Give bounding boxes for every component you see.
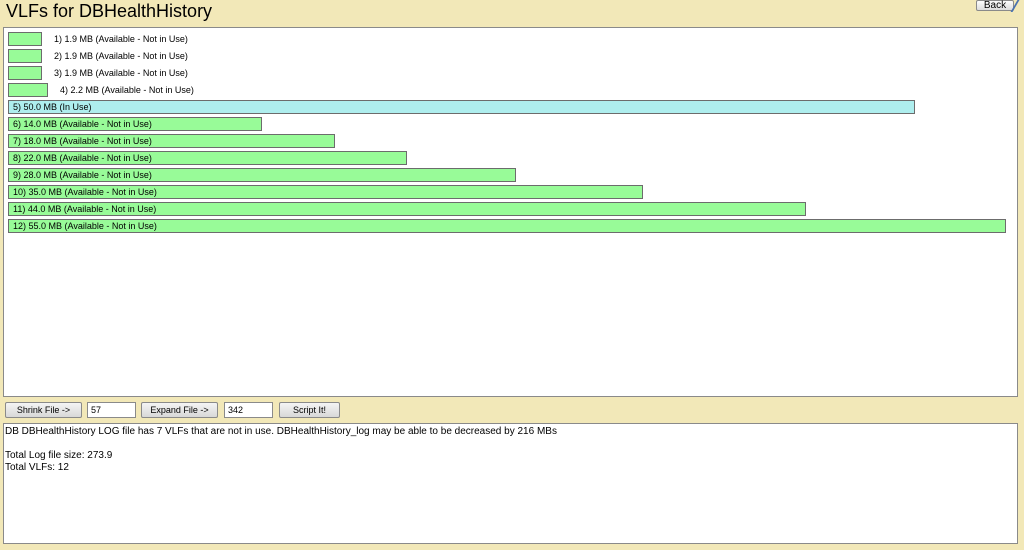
vlf-row: 11) 44.0 MB (Available - Not in Use) bbox=[4, 202, 1017, 218]
expand-file-button[interactable]: Expand File -> bbox=[141, 402, 218, 418]
vlf-row: 9) 28.0 MB (Available - Not in Use) bbox=[4, 168, 1017, 184]
vlf-bar bbox=[8, 32, 42, 46]
vlf-row: 5) 50.0 MB (In Use) bbox=[4, 100, 1017, 116]
vlf-row: 12) 55.0 MB (Available - Not in Use) bbox=[4, 219, 1017, 235]
vlf-bar bbox=[8, 100, 915, 114]
shrink-file-button[interactable]: Shrink File -> bbox=[5, 402, 82, 418]
vlf-bar bbox=[8, 83, 48, 97]
vlf-label: 4) 2.2 MB (Available - Not in Use) bbox=[60, 85, 194, 95]
vlf-label: 11) 44.0 MB (Available - Not in Use) bbox=[13, 204, 157, 214]
vlf-label: 3) 1.9 MB (Available - Not in Use) bbox=[54, 68, 188, 78]
shrink-size-input[interactable] bbox=[87, 402, 136, 418]
vlf-chart-panel: 1) 1.9 MB (Available - Not in Use) 2) 1.9… bbox=[3, 27, 1018, 397]
vlf-row: 3) 1.9 MB (Available - Not in Use) bbox=[4, 66, 1017, 82]
vlf-label: 5) 50.0 MB (In Use) bbox=[13, 102, 92, 112]
summary-text: DB DBHealthHistory LOG file has 7 VLFs t… bbox=[5, 426, 557, 437]
vlf-label: 12) 55.0 MB (Available - Not in Use) bbox=[13, 221, 157, 231]
vlf-bar bbox=[8, 49, 42, 63]
info-panel: DB DBHealthHistory LOG file has 7 VLFs t… bbox=[3, 423, 1018, 544]
vlf-row: 1) 1.9 MB (Available - Not in Use) bbox=[4, 32, 1017, 48]
vlf-viewer-window: VLFs for DBHealthHistory Back 1) 1.9 MB … bbox=[0, 0, 1024, 550]
total-vlfs-text: Total VLFs: 12 bbox=[5, 462, 69, 473]
total-log-size-text: Total Log file size: 273.9 bbox=[5, 450, 113, 461]
vlf-row: 6) 14.0 MB (Available - Not in Use) bbox=[4, 117, 1017, 133]
back-button[interactable]: Back bbox=[976, 0, 1014, 11]
page-title: VLFs for DBHealthHistory bbox=[6, 1, 213, 21]
vlf-row: 4) 2.2 MB (Available - Not in Use) bbox=[4, 83, 1017, 99]
script-it-button[interactable]: Script It! bbox=[279, 402, 340, 418]
vlf-bar bbox=[8, 66, 42, 80]
expand-size-input[interactable] bbox=[224, 402, 273, 418]
vlf-label: 9) 28.0 MB (Available - Not in Use) bbox=[13, 170, 152, 180]
vlf-label: 8) 22.0 MB (Available - Not in Use) bbox=[13, 153, 152, 163]
vlf-label: 6) 14.0 MB (Available - Not in Use) bbox=[13, 119, 152, 129]
vlf-label: 1) 1.9 MB (Available - Not in Use) bbox=[54, 34, 188, 44]
vlf-label: 2) 1.9 MB (Available - Not in Use) bbox=[54, 51, 188, 61]
vlf-row: 2) 1.9 MB (Available - Not in Use) bbox=[4, 49, 1017, 65]
vlf-label: 10) 35.0 MB (Available - Not in Use) bbox=[13, 187, 157, 197]
vlf-row: 8) 22.0 MB (Available - Not in Use) bbox=[4, 151, 1017, 167]
vlf-row: 7) 18.0 MB (Available - Not in Use) bbox=[4, 134, 1017, 150]
vlf-row: 10) 35.0 MB (Available - Not in Use) bbox=[4, 185, 1017, 201]
vlf-bar bbox=[8, 219, 1006, 233]
vlf-label: 7) 18.0 MB (Available - Not in Use) bbox=[13, 136, 152, 146]
